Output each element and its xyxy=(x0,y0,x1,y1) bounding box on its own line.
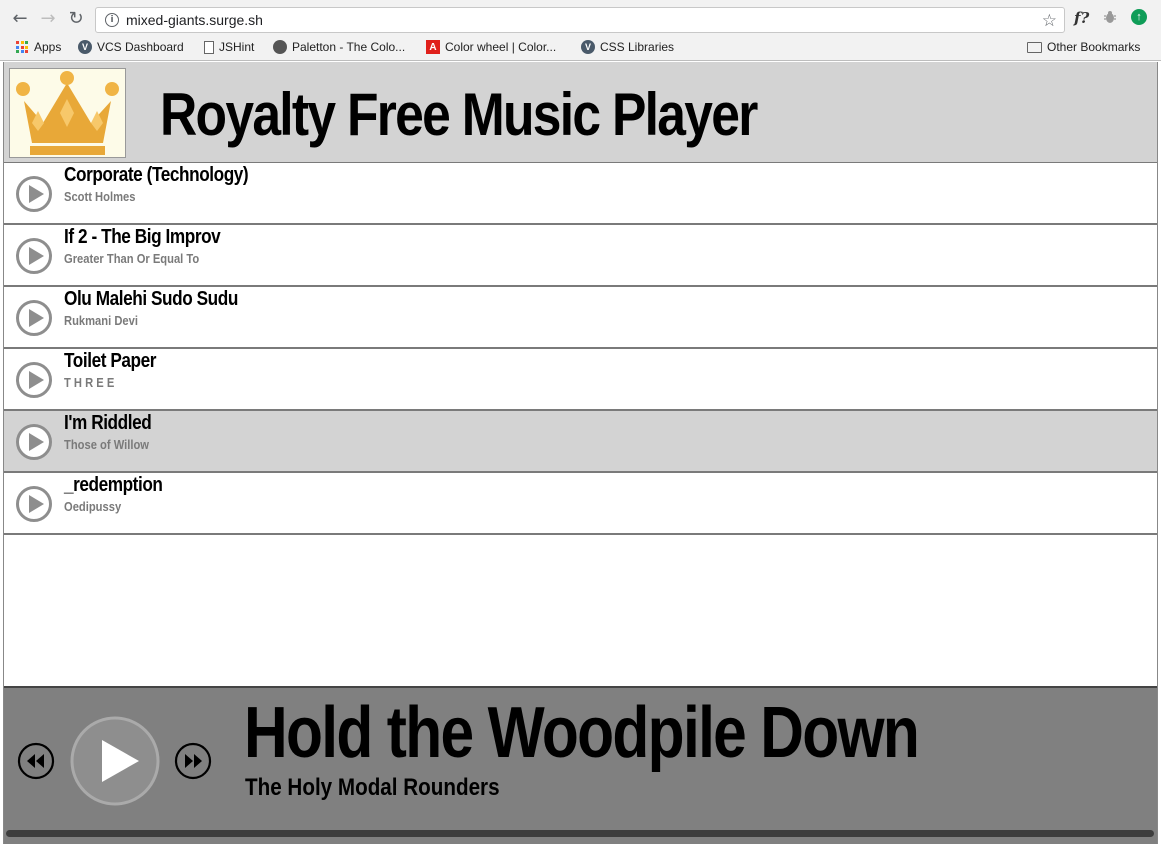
bookmarks-bar: Apps V VCS Dashboard JSHint Paletton - T… xyxy=(0,36,1161,61)
v-icon: V xyxy=(78,40,92,54)
previous-track-icon[interactable] xyxy=(17,742,55,780)
track-artist: Rukmani Devi xyxy=(64,313,138,328)
bookmark-vcs-dashboard[interactable]: V VCS Dashboard xyxy=(78,40,184,54)
bookmark-jshint[interactable]: JSHint xyxy=(204,40,254,54)
track-artist: Greater Than Or Equal To xyxy=(64,251,200,266)
track-row[interactable]: Corporate (Technology) Scott Holmes xyxy=(4,163,1157,225)
play-icon[interactable] xyxy=(15,175,53,213)
upload-extension-icon[interactable]: ↑ xyxy=(1131,9,1147,25)
now-playing-artist: The Holy Modal Rounders xyxy=(245,774,500,801)
crown-icon xyxy=(16,71,119,155)
paletton-icon xyxy=(273,40,287,54)
track-row[interactable]: I'm Riddled Those of Willow xyxy=(4,411,1157,473)
back-arrow-icon[interactable]: ← xyxy=(9,8,31,30)
bookmark-label: CSS Libraries xyxy=(600,40,675,54)
track-artist: Scott Holmes xyxy=(64,189,136,204)
crown-logo xyxy=(9,68,126,158)
track-title: Olu Malehi Sudo Sudu xyxy=(64,288,238,310)
address-bar[interactable]: i mixed-giants.surge.sh ☆ xyxy=(95,7,1065,33)
extension-fx-icon[interactable]: f? xyxy=(1074,9,1089,27)
now-playing-title: Hold the Woodpile Down xyxy=(244,693,920,773)
page-title: Royalty Free Music Player xyxy=(160,81,758,148)
bookmark-color-wheel[interactable]: A Color wheel | Color... xyxy=(426,40,556,54)
track-title: Corporate (Technology) xyxy=(64,164,249,186)
bookmark-label: JSHint xyxy=(219,40,255,54)
play-icon[interactable] xyxy=(15,237,53,275)
track-row[interactable]: _redemption Oedipussy xyxy=(4,473,1157,535)
track-row[interactable]: If 2 - The Big Improv Greater Than Or Equ… xyxy=(4,225,1157,287)
other-bookmarks-label: Other Bookmarks xyxy=(1047,40,1141,54)
track-artist: Oedipussy xyxy=(64,499,122,514)
apps-grid-icon xyxy=(15,40,29,54)
other-bookmarks[interactable]: Other Bookmarks xyxy=(1027,40,1140,54)
track-artist: Those of Willow xyxy=(64,437,149,452)
track-row[interactable]: Toilet Paper T H R E E xyxy=(4,349,1157,411)
bookmark-label: Color wheel | Color... xyxy=(445,40,557,54)
bookmark-label: VCS Dashboard xyxy=(97,40,184,54)
player-bar: Hold the Woodpile Down The Holy Modal Ro… xyxy=(4,686,1157,844)
folder-icon xyxy=(1027,41,1042,53)
track-row[interactable]: Olu Malehi Sudo Sudu Rukmani Devi xyxy=(4,287,1157,349)
play-icon[interactable] xyxy=(15,361,53,399)
bug-extension-icon[interactable] xyxy=(1102,9,1118,25)
play-button[interactable] xyxy=(70,716,160,806)
v-icon: V xyxy=(581,40,595,54)
track-title: _redemption xyxy=(64,474,163,496)
adobe-icon: A xyxy=(426,40,440,54)
forward-arrow-icon[interactable]: → xyxy=(37,8,59,30)
bookmark-label: Paletton - The Colo... xyxy=(292,40,406,54)
bookmark-css-libraries[interactable]: V CSS Libraries xyxy=(581,40,674,54)
info-icon[interactable]: i xyxy=(105,13,119,27)
track-title: Toilet Paper xyxy=(64,350,157,372)
play-icon[interactable] xyxy=(15,423,53,461)
bookmark-apps[interactable]: Apps xyxy=(15,40,61,54)
browser-toolbar: ← → ↻ i mixed-giants.surge.sh ☆ f? ↑ xyxy=(0,0,1161,36)
document-icon xyxy=(204,40,214,54)
play-icon[interactable] xyxy=(15,299,53,337)
track-artist: T H R E E xyxy=(64,375,115,390)
bookmark-label: Apps xyxy=(34,40,62,54)
play-icon[interactable] xyxy=(15,485,53,523)
next-track-icon[interactable] xyxy=(174,742,212,780)
reload-icon[interactable]: ↻ xyxy=(65,8,87,30)
bookmark-star-icon[interactable]: ☆ xyxy=(1042,11,1057,31)
track-title: I'm Riddled xyxy=(64,412,152,434)
url-text[interactable]: mixed-giants.surge.sh xyxy=(126,12,263,28)
track-list: Corporate (Technology) Scott Holmes If 2 -… xyxy=(4,163,1157,535)
track-title: If 2 - The Big Improv xyxy=(64,226,221,248)
music-player-page: Royalty Free Music Player Corporate (Tec… xyxy=(3,62,1158,844)
progress-bar[interactable] xyxy=(6,830,1154,837)
page-header: Royalty Free Music Player xyxy=(4,62,1157,163)
bookmark-paletton[interactable]: Paletton - The Colo... xyxy=(273,40,405,54)
